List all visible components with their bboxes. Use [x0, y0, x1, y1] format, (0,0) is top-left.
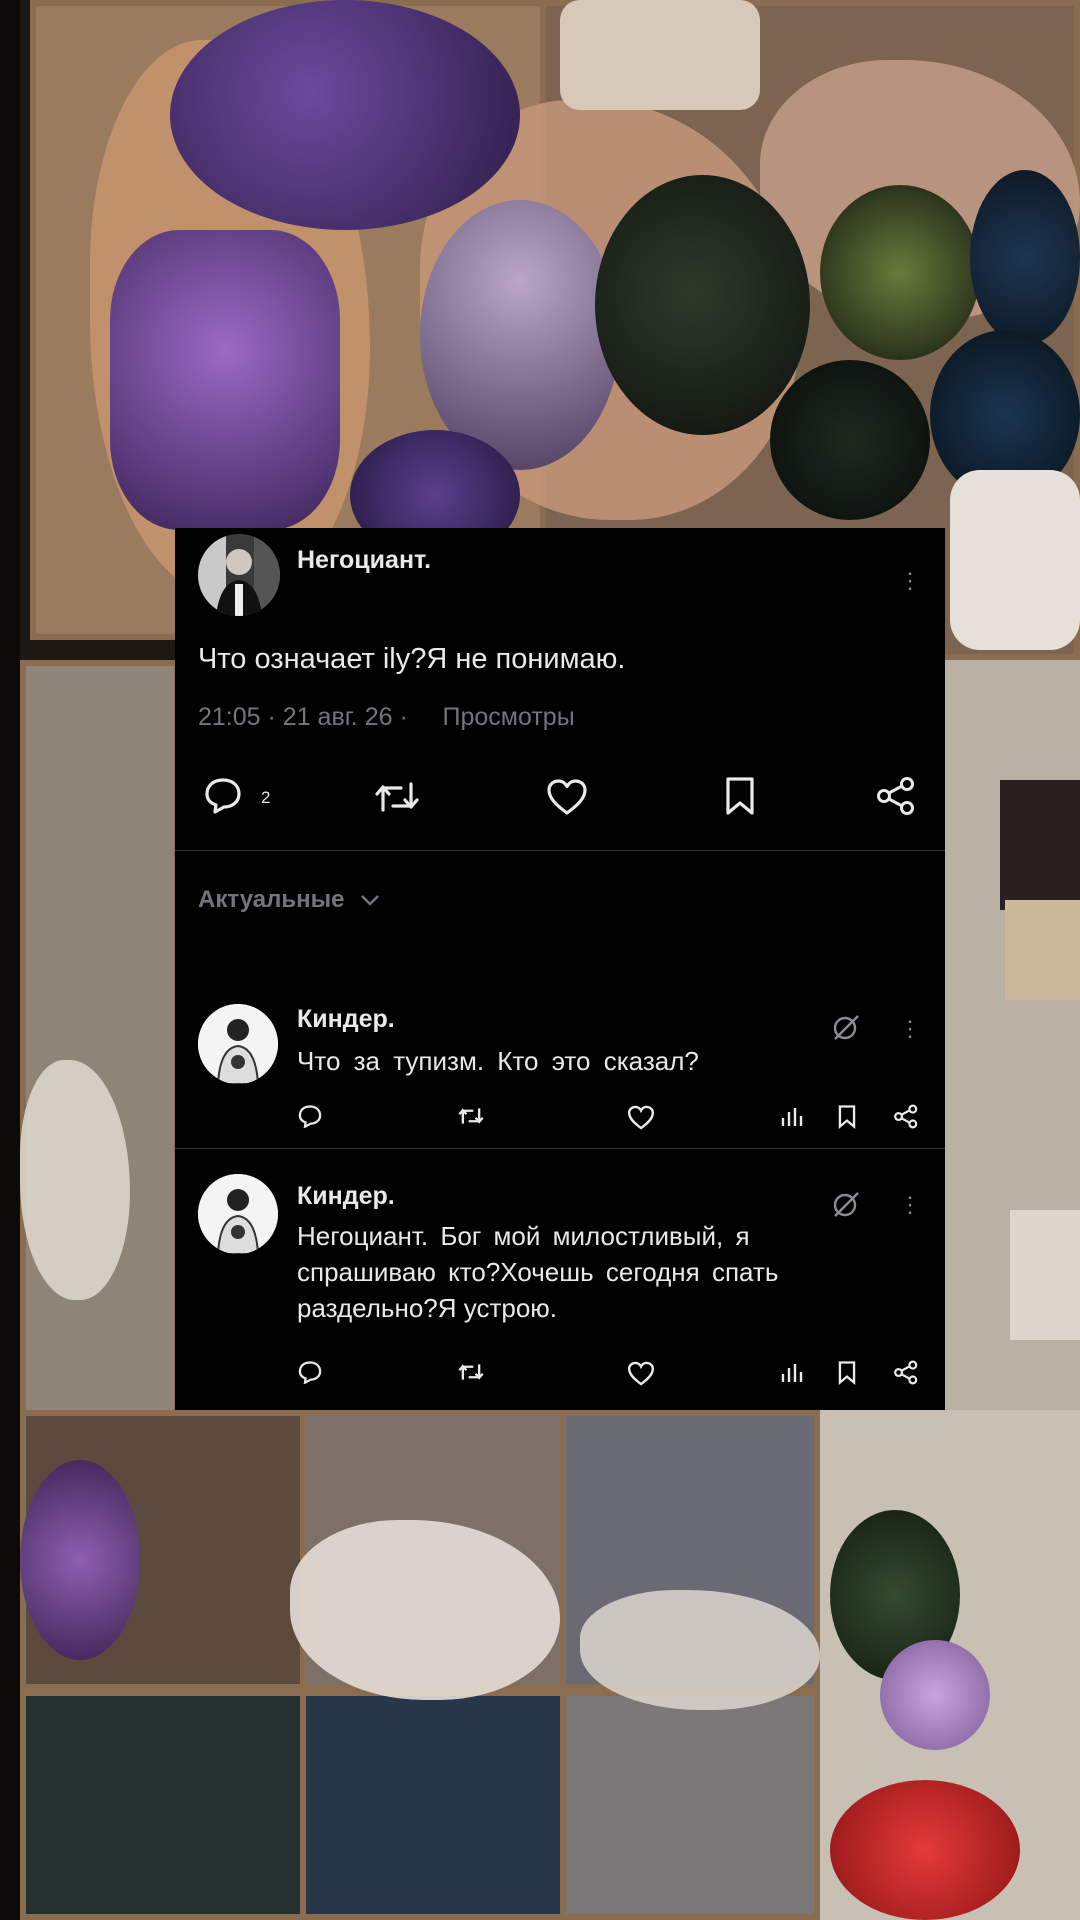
post-card: Негоциант. ⋮ Что означает ily?Я не поним… [175, 528, 945, 1410]
reply-button[interactable] [297, 1360, 323, 1384]
reply-avatar[interactable] [198, 1004, 278, 1084]
bookmark-icon [838, 1105, 856, 1129]
share-button[interactable] [893, 1104, 919, 1129]
reply-count: 2 [261, 788, 271, 807]
reply-author[interactable]: Киндер. [297, 1005, 395, 1034]
views-icon [781, 1108, 803, 1126]
views-icon [781, 1364, 803, 1382]
more-icon[interactable]: ⋮ [899, 1194, 921, 1216]
bookmark-button[interactable] [723, 776, 757, 816]
bookmark-button[interactable] [837, 1360, 857, 1385]
reply-button[interactable] [297, 1104, 323, 1128]
views-button[interactable] [780, 1362, 804, 1384]
repost-icon [458, 1364, 484, 1380]
bookmark-button[interactable] [837, 1104, 857, 1129]
reply-item[interactable]: Киндер. ⋮ Негоциант. Бог мой милостливый… [175, 1148, 945, 1410]
post-date: 21 авг. 26 [282, 703, 393, 731]
repost-button[interactable] [457, 1362, 485, 1382]
author-name[interactable]: Негоциант. [297, 546, 431, 575]
bookmark-icon [726, 777, 754, 815]
share-button[interactable] [893, 1360, 919, 1385]
reply-author[interactable]: Киндер. [297, 1182, 395, 1211]
sort-dropdown[interactable]: Актуальные [198, 886, 381, 914]
like-button[interactable] [627, 1361, 655, 1386]
reply-text-line: спрашиваю кто?Хочешь сегодня спать [297, 1257, 779, 1287]
reply-avatar[interactable] [198, 1174, 278, 1254]
share-button[interactable] [875, 776, 917, 816]
reply-text: Что за тупизм. Кто это сказал? [297, 1046, 699, 1076]
reply-button[interactable] [203, 776, 243, 814]
post-text: Что означает ily?Я не понимаю. [198, 643, 626, 675]
like-button[interactable] [546, 778, 588, 816]
repost-button[interactable] [457, 1106, 485, 1126]
reply-icon [298, 1105, 322, 1128]
like-icon [547, 779, 587, 815]
sort-label: Актуальные [198, 886, 345, 913]
share-icon [894, 1360, 918, 1385]
like-button[interactable] [627, 1105, 655, 1130]
bookmark-icon [838, 1361, 856, 1385]
post-meta: 21:05 · 21 авг. 26 · Просмотры [198, 703, 575, 731]
chevron-down-icon [359, 886, 381, 914]
views-button[interactable] [780, 1106, 804, 1128]
author-avatar[interactable] [198, 534, 280, 616]
divider [175, 850, 945, 851]
reply-text-line: Негоциант. Бог мой милостливый, я [297, 1221, 750, 1251]
share-icon [894, 1104, 918, 1129]
like-icon [627, 1105, 655, 1130]
post-time: 21:05 [198, 703, 261, 731]
views-label[interactable]: Просмотры [443, 703, 575, 731]
more-icon[interactable]: ⋮ [899, 1018, 921, 1040]
reply-icon [205, 778, 241, 814]
reply-icon [298, 1361, 322, 1384]
repost-icon [375, 782, 419, 812]
reply-text-line: раздельно?Я устрою. [297, 1293, 557, 1323]
repost-button[interactable] [373, 780, 421, 814]
grok-icon[interactable] [831, 1012, 861, 1042]
more-icon[interactable]: ⋮ [899, 570, 921, 592]
repost-icon [458, 1108, 484, 1124]
share-icon [877, 777, 914, 815]
like-icon [627, 1361, 655, 1386]
reply-item[interactable]: Киндер. ⋮ Что за тупизм. Кто это сказал? [175, 968, 945, 1140]
grok-icon[interactable] [831, 1189, 861, 1219]
